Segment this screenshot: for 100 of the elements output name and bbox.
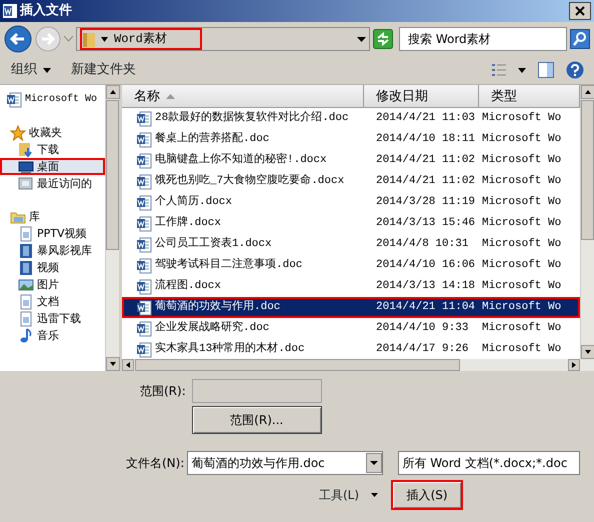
recent-places-icon bbox=[18, 176, 34, 192]
sidebar-item[interactable]: 迅雷下载 bbox=[0, 310, 105, 327]
search-icon[interactable] bbox=[570, 29, 590, 49]
table-cell-text: Microsoft Wo bbox=[481, 258, 562, 273]
tools-menu[interactable]: 工具(L) bbox=[318, 485, 380, 505]
column-header[interactable]: 名称 bbox=[122, 85, 364, 108]
file-name: 个人简历.docx bbox=[155, 194, 232, 210]
scroll-right-icon[interactable] bbox=[568, 359, 580, 371]
file-name: 驾驶考试科目二注意事项.doc bbox=[155, 256, 302, 273]
scroll-left-icon[interactable] bbox=[122, 359, 134, 371]
caret-icon bbox=[43, 68, 51, 72]
file-row[interactable]: 工作牌.docx 2014/3/13 15:46 Microsoft Wo bbox=[122, 213, 580, 234]
search-field[interactable]: 搜索 Word素材 bbox=[399, 27, 567, 51]
help-icon[interactable] bbox=[566, 61, 584, 79]
table-cell-text: Microsoft Wo bbox=[481, 153, 562, 168]
folder-icon bbox=[83, 31, 95, 47]
sidebar-item[interactable]: 视频 bbox=[0, 259, 105, 276]
file-name: 公司员工工资表1.docx bbox=[155, 236, 272, 252]
sidebar-item[interactable]: PPTV视频 bbox=[0, 225, 105, 242]
table-cell-text: 2014/3/13 15:46 bbox=[375, 216, 476, 231]
file-row[interactable]: 葡萄酒的功效与作用.doc 2014/4/21 11:04 Microsoft Wo bbox=[122, 297, 580, 318]
preview-pane-icon[interactable] bbox=[538, 62, 554, 78]
sidebar-item[interactable]: 桌面 bbox=[0, 158, 105, 175]
scroll-down-icon[interactable] bbox=[106, 357, 120, 371]
toolbar-button[interactable]: 新建文件夹 bbox=[70, 59, 137, 81]
dropdown-icon[interactable] bbox=[366, 453, 382, 473]
word-document-icon bbox=[136, 320, 152, 336]
sidebar-item[interactable]: 最近访问的 bbox=[0, 175, 105, 192]
sidebar-item[interactable]: 库 bbox=[0, 208, 105, 225]
caret-icon[interactable] bbox=[101, 36, 108, 42]
word-document-icon bbox=[136, 300, 152, 316]
word-document-icon bbox=[136, 342, 152, 358]
file-row[interactable]: 电脑键盘上你不知道的秘密!.docx 2014/4/21 11:02 Microsoft Wo bbox=[122, 150, 580, 171]
word-document-icon bbox=[136, 278, 152, 294]
table-cell-text: 2014/4/21 11:02 bbox=[375, 174, 476, 189]
scroll-up-icon[interactable] bbox=[106, 85, 120, 99]
file-row[interactable]: 28款最好的数据恢复软件对比介绍.doc 2014/4/21 11:03 Microsoft Wo bbox=[122, 108, 580, 129]
table-cell-text: Microsoft Wo bbox=[481, 279, 562, 294]
back-icon[interactable] bbox=[4, 25, 32, 53]
close-icon[interactable] bbox=[569, 2, 591, 20]
file-row[interactable]: 企业发展战略研究.doc 2014/4/10 9:33 Microsoft Wo bbox=[122, 318, 580, 339]
toolbar-button[interactable]: 组织 bbox=[10, 59, 52, 81]
music-note-icon bbox=[18, 328, 34, 344]
word-icon bbox=[6, 92, 22, 108]
file-name: 工作牌.docx bbox=[155, 215, 222, 231]
file-name: 饿死也别吃_7大食物空腹吃要命.docx bbox=[155, 172, 344, 189]
sidebar-item[interactable]: 文档 bbox=[0, 293, 105, 310]
download-folder-icon bbox=[18, 142, 34, 158]
sidebar-item[interactable]: Microsoft Wo bbox=[0, 91, 105, 108]
file-row[interactable]: 公司员工工资表1.docx 2014/4/8 10:31 Microsoft Wo bbox=[122, 234, 580, 255]
word-document-icon bbox=[136, 194, 152, 210]
scrollbar-thumb[interactable] bbox=[106, 100, 119, 250]
caret-icon[interactable] bbox=[518, 68, 526, 72]
refresh-icon[interactable] bbox=[373, 29, 393, 49]
table-cell-text: Microsoft Wo bbox=[481, 174, 562, 189]
column-header[interactable]: 修改日期 bbox=[364, 85, 479, 108]
table-cell-text: 2014/4/10 18:11 bbox=[375, 132, 476, 147]
table-cell-text: 2014/4/21 11:04 bbox=[375, 300, 476, 315]
film-icon bbox=[18, 242, 34, 258]
file-row[interactable]: 饿死也别吃_7大食物空腹吃要命.docx 2014/4/21 11:02 Microsoft Wo bbox=[122, 171, 580, 192]
scroll-down-icon[interactable] bbox=[581, 345, 594, 359]
path-text: Word素材 bbox=[114, 31, 167, 48]
document-icon bbox=[18, 294, 34, 310]
file-name: 28款最好的数据恢复软件对比介绍.doc bbox=[155, 110, 349, 126]
file-name: 餐桌上的营养搭配.doc bbox=[155, 130, 270, 147]
dropdown-icon[interactable] bbox=[357, 36, 366, 42]
table-cell-text: 2014/4/21 11:03 bbox=[375, 111, 476, 126]
sidebar-item[interactable]: 暴风影视库 bbox=[0, 242, 105, 259]
scroll-up-icon[interactable] bbox=[581, 85, 594, 99]
table-cell-text: 2014/4/10 16:06 bbox=[375, 258, 476, 273]
word-document-icon bbox=[136, 258, 152, 274]
view-icon[interactable] bbox=[492, 63, 506, 77]
table-cell-text: 2014/4/8 10:31 bbox=[375, 237, 470, 252]
file-row[interactable]: 流程图.docx 2014/3/13 14:18 Microsoft Wo bbox=[122, 276, 580, 297]
file-row[interactable]: 个人简历.docx 2014/3/28 11:19 Microsoft Wo bbox=[122, 192, 580, 213]
file-row[interactable]: 驾驶考试科目二注意事项.doc 2014/4/10 16:06 Microsoft Wo bbox=[122, 255, 580, 276]
scrollbar-thumb[interactable] bbox=[135, 359, 460, 371]
file-row[interactable]: 实木家具13种常用的木材.doc 2014/4/17 9:26 Microsoft Wo bbox=[122, 339, 580, 359]
word-document-icon bbox=[136, 236, 152, 252]
file-row[interactable]: 餐桌上的营养搭配.doc 2014/4/10 18:11 Microsoft Wo bbox=[122, 129, 580, 150]
word-document-icon bbox=[136, 174, 152, 190]
column-header[interactable]: 类型 bbox=[479, 85, 580, 108]
sort-ascending-icon bbox=[166, 94, 175, 98]
table-cell-text: 2014/3/28 11:19 bbox=[375, 195, 476, 210]
table-cell-text: Microsoft Wo bbox=[481, 321, 562, 336]
table-cell-text: 2014/4/21 11:02 bbox=[375, 153, 476, 168]
insert-button[interactable]: 插入(S) bbox=[391, 480, 464, 510]
sidebar-item[interactable]: 下载 bbox=[0, 141, 105, 158]
sidebar-item[interactable]: 图片 bbox=[0, 276, 105, 293]
file-type-combobox[interactable]: 所有 Word 文档(*.docx;*.doc bbox=[398, 451, 580, 475]
sidebar-item[interactable]: 收藏夹 bbox=[0, 124, 105, 141]
sidebar-item[interactable]: 音乐 bbox=[0, 327, 105, 344]
table-cell-text: 2014/4/17 9:26 bbox=[375, 342, 470, 357]
word-document-icon bbox=[136, 216, 152, 232]
window-title: 插入文件 bbox=[20, 2, 72, 20]
word-document-icon bbox=[136, 110, 152, 126]
monitor-icon bbox=[18, 158, 34, 174]
table-cell-text: 2014/4/10 9:33 bbox=[375, 321, 470, 336]
word-document-icon bbox=[136, 132, 152, 148]
filename-combobox[interactable]: 葡萄酒的功效与作用.doc bbox=[187, 451, 384, 475]
